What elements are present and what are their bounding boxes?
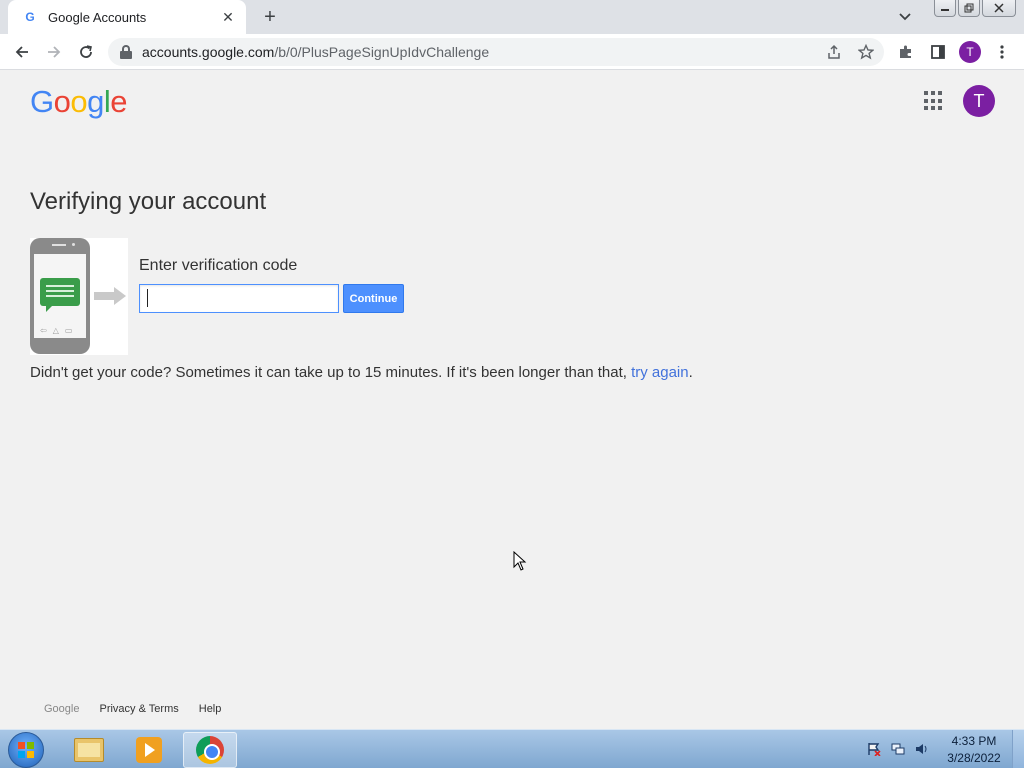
bookmark-star-icon[interactable] <box>856 42 876 62</box>
volume-speaker-icon[interactable] <box>914 741 930 757</box>
hint-text: Didn't get your code? Sometimes it can t… <box>30 364 632 381</box>
extensions-puzzle-icon[interactable] <box>896 42 916 62</box>
continue-button[interactable]: Continue <box>343 284 404 313</box>
media-player-icon[interactable] <box>122 732 176 768</box>
phone-sms-illustration: ⇦△▭ <box>30 238 128 355</box>
page-footer: Google Privacy & Terms Help <box>44 703 221 715</box>
show-desktop-button[interactable] <box>1012 730 1024 768</box>
help-link[interactable]: Help <box>199 703 222 715</box>
chrome-taskbar-icon[interactable] <box>183 732 237 768</box>
lock-icon[interactable] <box>120 45 132 59</box>
share-icon[interactable] <box>824 42 844 62</box>
action-center-flag-icon[interactable] <box>866 741 882 757</box>
logo-letter: g <box>87 84 104 119</box>
profile-avatar-small[interactable]: T <box>959 41 981 63</box>
google-logo: Google <box>30 84 128 120</box>
start-button-windows-icon[interactable] <box>8 732 44 768</box>
try-again-link[interactable]: try again <box>631 364 689 381</box>
text-caret <box>147 289 148 307</box>
logo-letter: o <box>53 84 71 119</box>
reload-icon[interactable] <box>74 40 98 64</box>
logo-letter: e <box>110 84 128 119</box>
new-tab-button[interactable]: + <box>258 6 282 28</box>
account-avatar[interactable]: T <box>963 85 995 117</box>
phone-icon: ⇦△▭ <box>30 238 90 354</box>
windows-taskbar: 4:33 PM 3/28/2022 <box>0 729 1024 768</box>
tab-strip: G Google Accounts ✕ + <box>0 0 1024 34</box>
resend-hint: Didn't get your code? Sometimes it can t… <box>30 364 693 381</box>
minimize-window-icon[interactable] <box>934 0 956 17</box>
right-arrow-icon <box>94 287 128 305</box>
url-text: accounts.google.com/b/0/PlusPageSignUpId… <box>142 44 490 60</box>
privacy-terms-link[interactable]: Privacy & Terms <box>99 703 178 715</box>
close-window-icon[interactable] <box>982 0 1016 17</box>
taskbar-clock[interactable]: 4:33 PM 3/28/2022 <box>940 733 1008 767</box>
tab-search-chevron-icon[interactable] <box>896 8 914 26</box>
explorer-folder-icon[interactable] <box>62 732 116 768</box>
address-bar[interactable]: accounts.google.com/b/0/PlusPageSignUpId… <box>108 38 884 66</box>
network-icon[interactable] <box>890 741 906 757</box>
hint-end: . <box>688 364 693 381</box>
verification-code-label: Enter verification code <box>139 257 298 274</box>
page-title: Verifying your account <box>30 188 267 215</box>
message-bubble-icon <box>40 278 80 312</box>
browser-toolbar: accounts.google.com/b/0/PlusPageSignUpId… <box>0 34 1024 70</box>
window-controls <box>934 0 1016 17</box>
system-tray <box>866 741 930 757</box>
more-menu-icon[interactable] <box>992 42 1012 62</box>
google-apps-grid-icon[interactable] <box>924 91 944 111</box>
back-arrow-icon[interactable] <box>10 40 34 64</box>
browser-tab[interactable]: G Google Accounts ✕ <box>8 0 246 34</box>
footer-brand: Google <box>44 703 80 715</box>
restore-window-icon[interactable] <box>958 0 980 17</box>
clock-time: 4:33 PM <box>951 734 997 748</box>
close-tab-icon[interactable]: ✕ <box>220 9 236 25</box>
side-panel-icon[interactable] <box>928 42 948 62</box>
verification-code-input[interactable] <box>139 284 339 313</box>
forward-arrow-icon[interactable] <box>42 40 66 64</box>
clock-date: 3/28/2022 <box>947 751 1001 765</box>
logo-letter: G <box>30 84 54 119</box>
google-favicon-icon: G <box>25 10 35 24</box>
tab-title: Google Accounts <box>48 9 147 25</box>
logo-letter: o <box>70 84 88 119</box>
